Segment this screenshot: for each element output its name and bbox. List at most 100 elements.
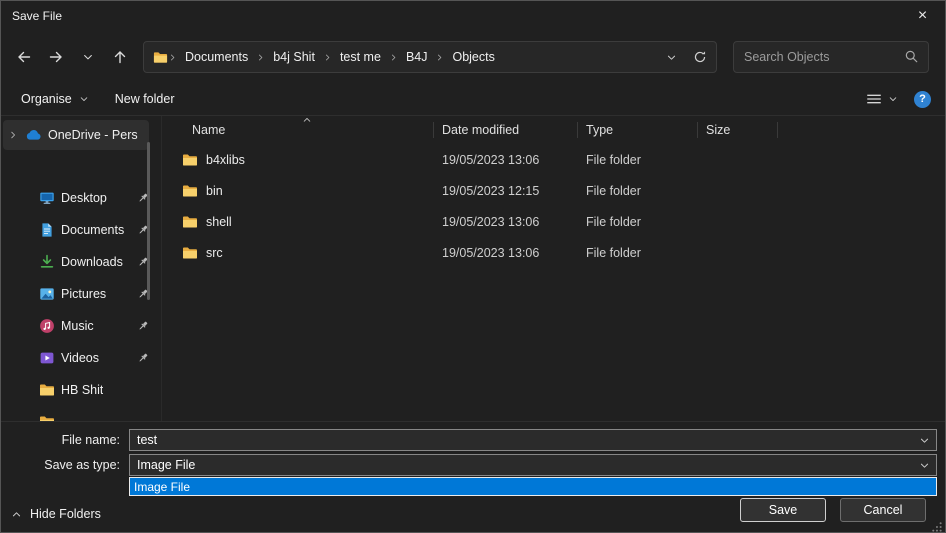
music-icon xyxy=(39,318,55,334)
hide-folders-label: Hide Folders xyxy=(30,507,101,521)
sidebar-item-downloads[interactable]: Downloads xyxy=(3,247,149,277)
save-as-type-select[interactable]: Image File xyxy=(129,454,937,476)
breadcrumb-item[interactable]: Objects xyxy=(444,42,502,72)
file-type: File folder xyxy=(578,215,698,229)
address-bar[interactable]: Documents b4j Shit test me B4J Objects xyxy=(143,41,717,73)
desktop-icon xyxy=(39,190,55,206)
sidebar-item-label: Videos xyxy=(61,351,99,365)
new-folder-button[interactable]: New folder xyxy=(115,92,175,106)
address-dropdown-button[interactable] xyxy=(658,42,684,72)
back-icon xyxy=(16,49,32,65)
sidebar-item-pictures[interactable]: Pictures xyxy=(3,279,149,309)
cancel-button[interactable]: Cancel xyxy=(840,498,926,522)
file-row[interactable]: shell 19/05/2023 13:06 File folder xyxy=(162,206,945,237)
refresh-button[interactable] xyxy=(684,42,716,72)
sidebar-item-label: Downloads xyxy=(61,255,123,269)
sidebar-item-music[interactable]: Music xyxy=(3,311,149,341)
file-row[interactable]: b4xlibs 19/05/2023 13:06 File folder xyxy=(162,144,945,175)
change-view-button[interactable] xyxy=(865,90,898,108)
column-header-date-modified[interactable]: Date modified xyxy=(434,116,578,144)
help-button[interactable]: ? xyxy=(914,91,931,108)
sidebar-item-partial[interactable] xyxy=(3,407,149,421)
resize-grip[interactable] xyxy=(931,521,942,532)
breadcrumb-item[interactable]: Documents xyxy=(177,42,256,72)
sidebar-item-label: Desktop xyxy=(61,191,107,205)
save-button[interactable]: Save xyxy=(740,498,826,522)
breadcrumb-item[interactable]: b4j Shit xyxy=(265,42,323,72)
document-icon xyxy=(39,222,55,238)
details-view-icon xyxy=(865,90,883,108)
breadcrumb-separator-icon[interactable] xyxy=(168,53,177,62)
file-name-combobox[interactable] xyxy=(129,429,937,451)
sidebar-item-hb-shit[interactable]: HB Shit xyxy=(3,375,149,405)
breadcrumb-separator-icon[interactable] xyxy=(435,53,444,62)
sidebar-item-label: HB Shit xyxy=(61,383,103,397)
chevron-down-icon xyxy=(666,52,677,63)
sidebar-item-onedrive[interactable]: OneDrive - Pers xyxy=(3,120,149,150)
search-input[interactable] xyxy=(733,41,929,73)
chevron-down-icon[interactable] xyxy=(919,435,930,449)
up-icon xyxy=(112,49,128,65)
file-type: File folder xyxy=(578,184,698,198)
column-headers: Name Date modified Type Size xyxy=(162,116,945,144)
file-type: File folder xyxy=(578,153,698,167)
sidebar-item-videos[interactable]: Videos xyxy=(3,343,149,373)
file-row[interactable]: src 19/05/2023 13:06 File folder xyxy=(162,237,945,268)
file-name: src xyxy=(206,246,223,260)
file-name: bin xyxy=(206,184,223,198)
navigation-bar: Documents b4j Shit test me B4J Objects xyxy=(1,31,945,83)
sidebar-item-desktop[interactable]: Desktop xyxy=(3,183,149,213)
column-header-name[interactable]: Name xyxy=(162,116,434,144)
close-button[interactable]: × xyxy=(900,1,945,31)
refresh-icon xyxy=(693,50,707,64)
onedrive-cloud-icon xyxy=(25,127,42,144)
forward-button[interactable] xyxy=(41,42,71,72)
up-button[interactable] xyxy=(105,42,135,72)
videos-icon xyxy=(39,350,55,366)
save-as-type-label: Save as type: xyxy=(1,458,129,472)
breadcrumb-separator-icon[interactable] xyxy=(256,53,265,62)
folder-icon xyxy=(39,414,55,421)
search-box xyxy=(733,41,929,73)
sidebar-item-label: Documents xyxy=(61,223,124,237)
location-folder-icon xyxy=(153,50,168,65)
pin-icon xyxy=(137,352,149,364)
chevron-down-icon xyxy=(79,94,89,104)
file-date: 19/05/2023 12:15 xyxy=(434,184,578,198)
file-name-label: File name: xyxy=(1,433,129,447)
column-header-type[interactable]: Type xyxy=(578,116,698,144)
expand-chevron-icon[interactable] xyxy=(8,130,18,140)
sidebar-item-label: OneDrive - Pers xyxy=(48,128,138,142)
column-header-size[interactable]: Size xyxy=(698,116,778,144)
save-as-type-dropdown: Image File xyxy=(129,477,937,496)
sidebar-item-label: Music xyxy=(61,319,94,333)
file-date: 19/05/2023 13:06 xyxy=(434,246,578,260)
sidebar-scrollbar[interactable] xyxy=(147,142,150,300)
command-bar: Organise New folder ? xyxy=(1,83,945,115)
chevron-down-icon xyxy=(82,51,94,63)
save-file-dialog: Save File × Documents b4j Shit test me B… xyxy=(0,0,946,533)
file-row[interactable]: bin 19/05/2023 12:15 File folder xyxy=(162,175,945,206)
file-name-input[interactable] xyxy=(130,430,936,450)
folder-icon xyxy=(182,183,198,199)
folder-icon xyxy=(182,214,198,230)
recent-locations-button[interactable] xyxy=(73,42,103,72)
sidebar-item-documents[interactable]: Documents xyxy=(3,215,149,245)
chevron-down-icon[interactable] xyxy=(919,460,930,474)
file-name: b4xlibs xyxy=(206,153,245,167)
organise-button[interactable]: Organise xyxy=(21,92,89,106)
pin-icon xyxy=(137,320,149,332)
chevron-down-icon xyxy=(888,94,898,104)
window-title: Save File xyxy=(1,9,62,23)
back-button[interactable] xyxy=(9,42,39,72)
breadcrumb-item[interactable]: test me xyxy=(332,42,389,72)
breadcrumb-separator-icon[interactable] xyxy=(323,53,332,62)
breadcrumb-item[interactable]: B4J xyxy=(398,42,436,72)
download-icon xyxy=(39,254,55,270)
folder-icon xyxy=(182,245,198,261)
file-date: 19/05/2023 13:06 xyxy=(434,215,578,229)
hide-folders-button[interactable]: Hide Folders xyxy=(11,505,101,523)
dropdown-option-image-file[interactable]: Image File xyxy=(130,478,936,495)
sort-ascending-icon xyxy=(302,114,312,128)
breadcrumb-separator-icon[interactable] xyxy=(389,53,398,62)
